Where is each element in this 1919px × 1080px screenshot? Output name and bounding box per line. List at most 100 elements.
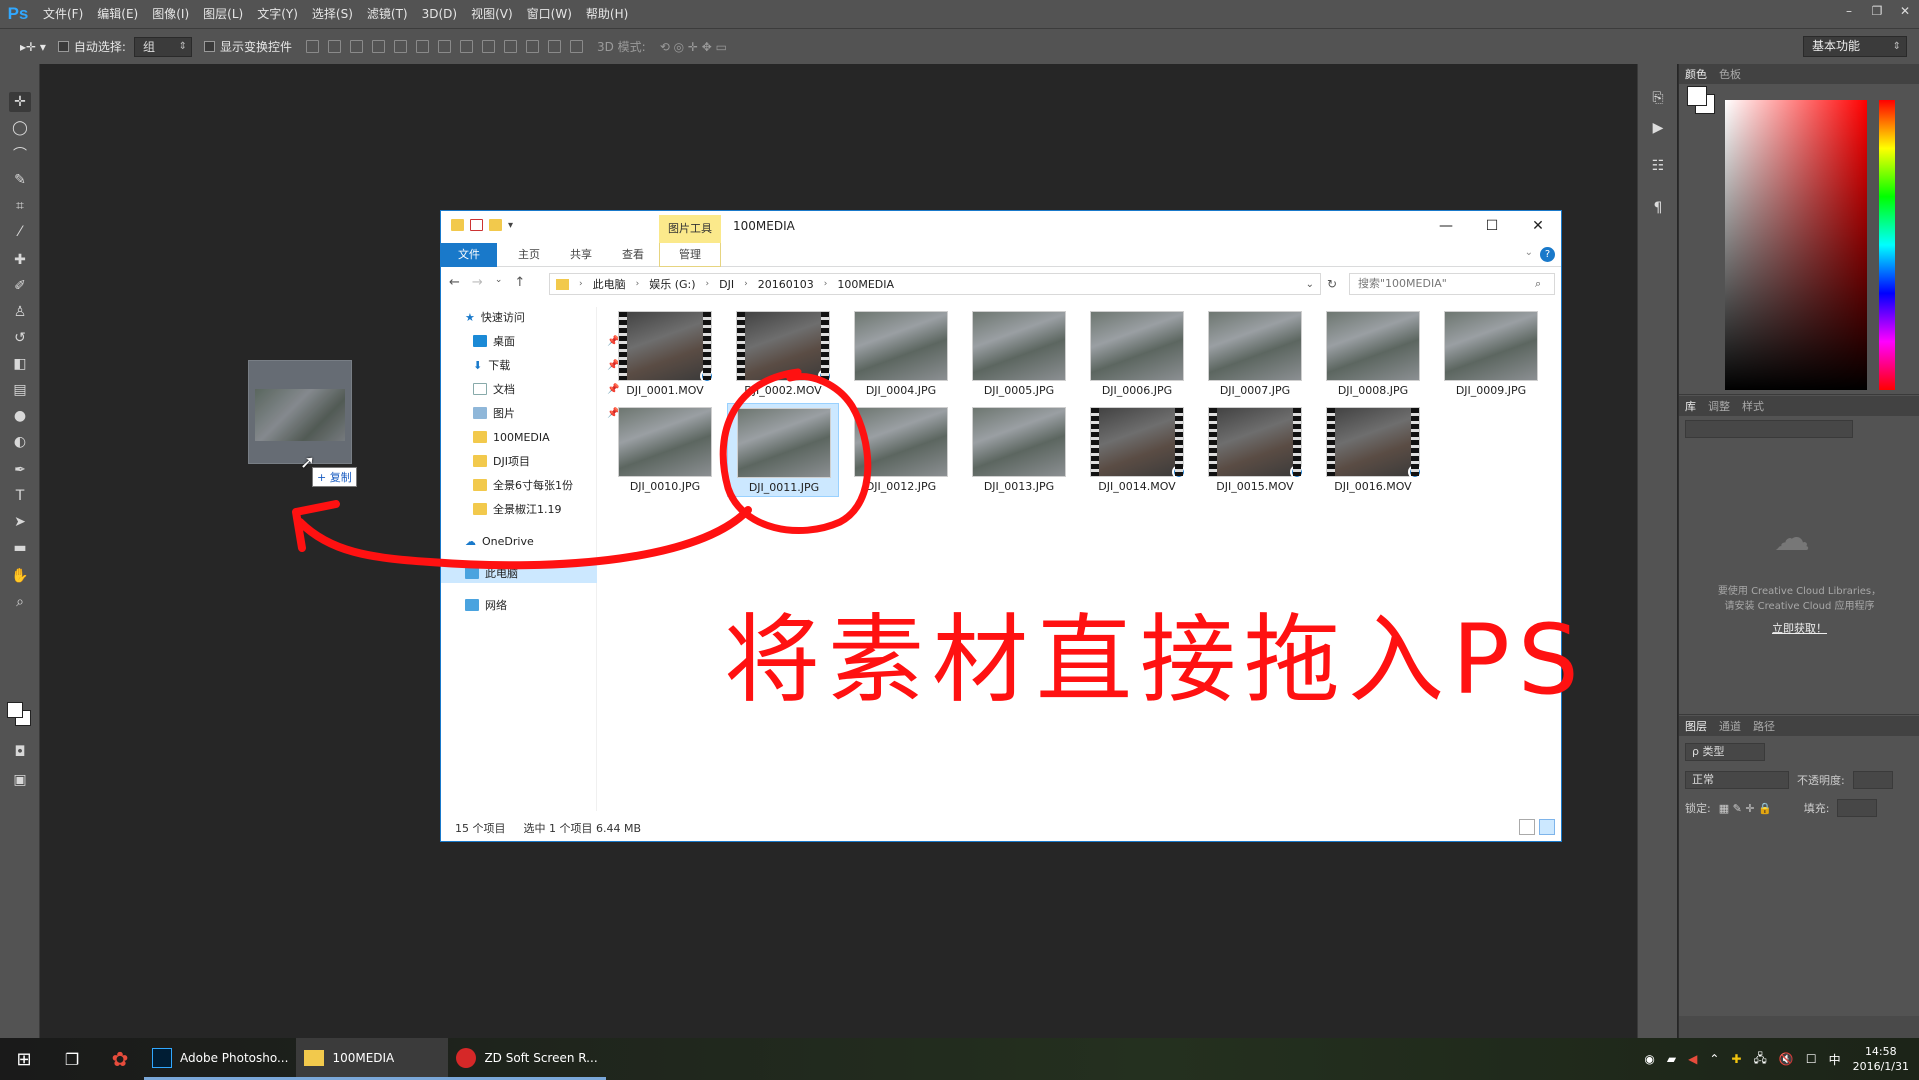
qat-dropdown-icon[interactable]: ▾ <box>508 220 513 231</box>
quick-mask-icon[interactable]: ◘ <box>9 742 31 762</box>
opacity-input[interactable] <box>1852 771 1893 789</box>
move-tool-icon[interactable]: ▸✛ ▾ <box>20 40 46 54</box>
file-item[interactable]: DJI_0006.JPG <box>1081 307 1193 401</box>
file-item[interactable]: DJI_0004.JPG <box>845 307 957 401</box>
marquee-tool-icon[interactable]: ◯ <box>9 118 31 138</box>
type-tool-icon[interactable]: T <box>9 486 31 506</box>
align-hcenter-icon[interactable] <box>393 40 407 53</box>
tab-color[interactable]: 颜色 <box>1685 66 1707 82</box>
zoom-tool-icon[interactable]: ⌕ <box>9 592 31 612</box>
nav-folder-100media[interactable]: 100MEDIA <box>473 427 550 447</box>
align-left-icon[interactable] <box>371 40 385 53</box>
distribute-top-icon[interactable] <box>437 40 451 53</box>
history-panel-icon[interactable]: ⎘ <box>1648 88 1668 108</box>
menu-window[interactable]: 窗口(W) <box>520 0 579 28</box>
file-item[interactable]: DJI_0001.MOV <box>609 307 721 401</box>
move-tool-icon[interactable]: ✛ <box>9 92 31 112</box>
shape-tool-icon[interactable]: ▬ <box>9 538 31 558</box>
tab-channels[interactable]: 通道 <box>1719 718 1741 734</box>
minimize-button[interactable]: – <box>1835 0 1863 22</box>
breadcrumb-drive[interactable]: 娱乐 (G:) <box>649 276 695 292</box>
foreground-color-swatch[interactable] <box>7 702 23 718</box>
brush-tool-icon[interactable]: ✐ <box>9 276 31 296</box>
tab-view[interactable]: 查看 <box>609 243 657 267</box>
distribute-bottom-icon[interactable] <box>481 40 495 53</box>
breadcrumb-this-pc[interactable]: 此电脑 <box>593 276 626 292</box>
nav-this-pc[interactable]: 此电脑 <box>441 563 597 583</box>
file-item[interactable]: DJI_0014.MOV <box>1081 403 1193 497</box>
color-panel-foreground[interactable] <box>1687 86 1707 106</box>
tab-styles[interactable]: 样式 <box>1742 398 1764 414</box>
file-item[interactable]: DJI_0005.JPG <box>963 307 1075 401</box>
explorer-maximize-button[interactable]: ☐ <box>1469 211 1515 241</box>
menu-type[interactable]: 文字(Y) <box>250 0 305 28</box>
distribute-left-icon[interactable] <box>503 40 517 53</box>
file-item[interactable]: DJI_0009.JPG <box>1435 307 1547 401</box>
tab-swatches[interactable]: 色板 <box>1719 66 1741 82</box>
show-transform-checkbox[interactable] <box>203 41 215 52</box>
nav-pictures[interactable]: 图片 📌 <box>473 403 619 423</box>
menu-image[interactable]: 图像(I) <box>145 0 196 28</box>
taskbar-zd-soft[interactable]: ZD Soft Screen R... <box>448 1038 606 1080</box>
file-item[interactable]: DJI_0002.MOV <box>727 307 839 401</box>
recent-icon[interactable]: ⌄ <box>495 275 503 290</box>
windows-start-icon[interactable]: ⊞ <box>0 1038 48 1080</box>
tab-adjustments[interactable]: 调整 <box>1708 398 1730 414</box>
align-bottom-icon[interactable] <box>349 40 363 53</box>
paragraph-panel-icon[interactable]: ¶ <box>1648 198 1668 218</box>
tab-file[interactable]: 文件 <box>441 243 497 267</box>
explorer-close-button[interactable]: ✕ <box>1515 211 1561 241</box>
auto-select-checkbox[interactable] <box>57 41 69 52</box>
nav-documents[interactable]: 文档 📌 <box>473 379 619 399</box>
file-item[interactable]: DJI_0007.JPG <box>1199 307 1311 401</box>
breadcrumb-date[interactable]: 20160103 <box>758 278 814 291</box>
tray-app-icon[interactable]: ◉ <box>1644 1052 1654 1066</box>
file-item[interactable]: DJI_0013.JPG <box>963 403 1075 497</box>
details-view-icon[interactable] <box>1519 819 1535 835</box>
tab-home[interactable]: 主页 <box>505 243 553 267</box>
forward-icon[interactable]: → <box>472 275 483 290</box>
stamp-tool-icon[interactable]: ♙ <box>9 302 31 322</box>
pen-tool-icon[interactable]: ✒ <box>9 460 31 480</box>
menu-help[interactable]: 帮助(H) <box>579 0 635 28</box>
distribute-right-icon[interactable] <box>547 40 561 53</box>
gradient-tool-icon[interactable]: ▤ <box>9 380 31 400</box>
network-status-icon[interactable]: 🖧 <box>1753 1049 1766 1070</box>
blur-tool-icon[interactable]: ● <box>9 406 31 426</box>
distribute-hcenter-icon[interactable] <box>525 40 539 53</box>
workspace-dropdown[interactable]: 基本功能 <box>1803 36 1907 57</box>
up-icon[interactable]: ↑ <box>514 275 525 290</box>
actions-panel-icon[interactable]: ▶ <box>1648 118 1668 138</box>
healing-brush-tool-icon[interactable]: ✚ <box>9 250 31 270</box>
back-icon[interactable]: ← <box>449 275 460 290</box>
dodge-tool-icon[interactable]: ◐ <box>9 432 31 452</box>
nav-desktop[interactable]: 桌面 📌 <box>473 331 619 351</box>
align-top-icon[interactable] <box>305 40 319 53</box>
properties-icon[interactable] <box>470 219 483 231</box>
tray-app-icon[interactable]: ✚ <box>1731 1052 1741 1066</box>
lock-icons[interactable]: ▦ ✎ ✛ 🔒 <box>1719 802 1772 815</box>
task-view-icon[interactable]: ❐ <box>48 1038 96 1080</box>
menu-select[interactable]: 选择(S) <box>305 0 360 28</box>
library-dropdown[interactable] <box>1685 420 1853 438</box>
properties-panel-icon[interactable]: ☷ <box>1648 156 1668 176</box>
history-brush-tool-icon[interactable]: ↺ <box>9 328 31 348</box>
auto-align-icon[interactable] <box>569 40 583 53</box>
restore-button[interactable]: ❐ <box>1863 0 1891 22</box>
ribbon-expand-icon[interactable]: ⌄ <box>1525 247 1533 258</box>
menu-3d[interactable]: 3D(D) <box>415 0 464 28</box>
blend-mode-dropdown[interactable]: 正常 <box>1685 771 1789 789</box>
taskbar-clock[interactable]: 14:58 2016/1/31 <box>1853 1044 1909 1074</box>
file-item[interactable]: DJI_0008.JPG <box>1317 307 1429 401</box>
menu-view[interactable]: 视图(V) <box>464 0 520 28</box>
file-item[interactable]: DJI_0012.JPG <box>845 403 957 497</box>
nav-folder-dji[interactable]: DJI项目 <box>473 451 530 471</box>
quick-select-tool-icon[interactable]: ✎ <box>9 170 31 190</box>
new-folder-icon[interactable] <box>489 219 502 231</box>
refresh-icon[interactable]: ↻ <box>1327 277 1337 291</box>
get-now-link[interactable]: 立即获取！ <box>1679 620 1919 636</box>
tab-share[interactable]: 共享 <box>557 243 605 267</box>
search-icon[interactable]: ⌕ <box>1535 277 1541 291</box>
color-picker-field[interactable] <box>1725 100 1867 390</box>
nav-quick-access[interactable]: ★ 快速访问 <box>465 307 525 327</box>
